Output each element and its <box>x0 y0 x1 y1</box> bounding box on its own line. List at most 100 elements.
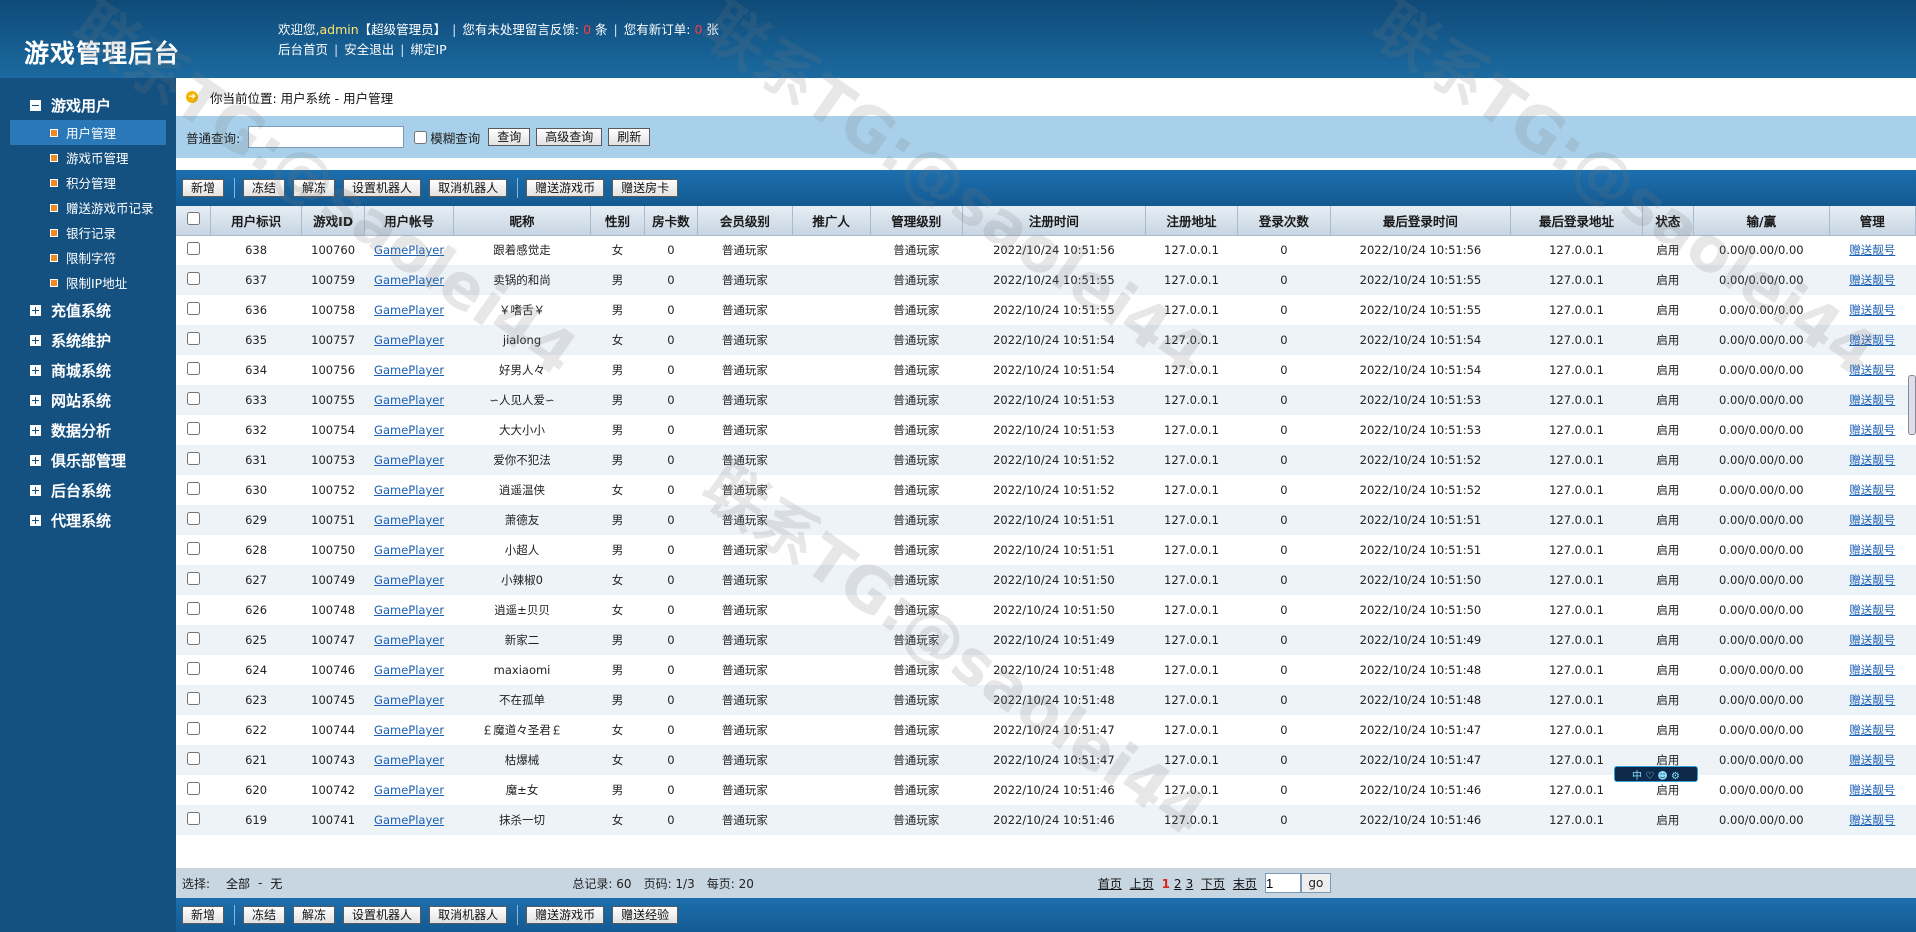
table-row[interactable]: 635 100757 GamePlayer jialong 女 0 普通玩家 普通玩家 2022… <box>176 325 1916 355</box>
page-number-input[interactable] <box>1264 873 1301 893</box>
row-checkbox[interactable] <box>186 422 200 435</box>
gift-number-link[interactable]: 赠送靓号 <box>1849 393 1895 407</box>
sidebar-group[interactable]: 网站系统 <box>0 385 176 415</box>
gift-number-link[interactable]: 赠送靓号 <box>1849 603 1895 617</box>
sidebar-group[interactable]: 数据分析 <box>0 415 176 445</box>
table-row[interactable]: 622 100744 GamePlayer ￡魔道々圣君￡ 女 0 普通玩家 普通玩家 2022… <box>176 715 1916 745</box>
row-checkbox[interactable] <box>186 272 200 285</box>
last-page-link[interactable]: 末页 <box>1233 877 1257 891</box>
table-row[interactable]: 627 100749 GamePlayer 小辣椒0 女 0 普通玩家 普通玩家 2022/10… <box>176 565 1916 595</box>
row-checkbox[interactable] <box>186 692 200 705</box>
gift-number-link[interactable]: 赠送靓号 <box>1849 513 1895 527</box>
sidebar-group[interactable]: 游戏用户 <box>0 90 176 120</box>
column-header[interactable]: 注册时间 <box>962 206 1146 236</box>
go-button[interactable]: go <box>1300 873 1331 893</box>
select-all-link[interactable]: 全部 <box>226 875 250 892</box>
gift-number-link[interactable]: 赠送靓号 <box>1849 633 1895 647</box>
column-header[interactable]: 管理级别 <box>870 206 964 236</box>
gift-number-link[interactable]: 赠送靓号 <box>1849 723 1895 737</box>
row-checkbox[interactable] <box>186 572 200 585</box>
search-button[interactable]: 查询 <box>488 128 531 146</box>
column-header[interactable]: 推广人 <box>792 206 871 236</box>
account-link[interactable]: GamePlayer <box>374 663 444 677</box>
sidebar-group[interactable]: 代理系统 <box>0 505 176 535</box>
account-link[interactable]: GamePlayer <box>374 423 444 437</box>
freeze-button[interactable]: 冻结 <box>243 179 286 197</box>
table-row[interactable]: 623 100745 GamePlayer 不在孤单 男 0 普通玩家 普通玩家 2022/10… <box>176 685 1916 715</box>
set-robot-button-bottom[interactable]: 设置机器人 <box>343 906 422 924</box>
row-checkbox[interactable] <box>186 632 200 645</box>
gift-number-link[interactable]: 赠送靓号 <box>1849 543 1895 557</box>
table-row[interactable]: 619 100741 GamePlayer 抹杀一切 女 0 普通玩家 普通玩家 2022/10… <box>176 805 1916 835</box>
row-checkbox[interactable] <box>186 332 200 345</box>
side-scroll-handle[interactable] <box>1908 375 1916 435</box>
table-row[interactable]: 632 100754 GamePlayer 大大小小 男 0 普通玩家 普通玩家 2022/10… <box>176 415 1916 445</box>
gift-number-link[interactable]: 赠送靓号 <box>1849 243 1895 257</box>
account-link[interactable]: GamePlayer <box>374 543 444 557</box>
sidebar-group[interactable]: 商城系统 <box>0 355 176 385</box>
table-row[interactable]: 626 100748 GamePlayer 逍遥±贝贝 女 0 普通玩家 普通玩家 2022/1… <box>176 595 1916 625</box>
column-header[interactable]: 性别 <box>590 206 645 236</box>
gift-number-link[interactable]: 赠送靓号 <box>1849 483 1895 497</box>
table-row[interactable]: 633 100755 GamePlayer ∽人见人爱∽ 男 0 普通玩家 普通玩家 2022/… <box>176 385 1916 415</box>
sidebar-item[interactable]: 限制字符 <box>0 245 176 270</box>
table-row[interactable]: 636 100758 GamePlayer ￥嗜舌￥ 男 0 普通玩家 普通玩家 2022/10… <box>176 295 1916 325</box>
sidebar-item[interactable]: 银行记录 <box>0 220 176 245</box>
gift-number-link[interactable]: 赠送靓号 <box>1849 693 1895 707</box>
account-link[interactable]: GamePlayer <box>374 633 444 647</box>
row-checkbox[interactable] <box>186 512 200 525</box>
row-checkbox[interactable] <box>186 302 200 315</box>
account-link[interactable]: GamePlayer <box>374 693 444 707</box>
page-1-link[interactable]: 1 <box>1162 877 1170 891</box>
column-header[interactable]: 最后登录地址 <box>1510 206 1643 236</box>
account-link[interactable]: GamePlayer <box>374 453 444 467</box>
fuzzy-search-toggle[interactable]: 模糊查询 <box>414 128 480 147</box>
refresh-button[interactable]: 刷新 <box>608 128 651 146</box>
advanced-search-button[interactable]: 高级查询 <box>536 128 603 146</box>
column-header[interactable]: 游戏ID <box>301 206 366 236</box>
account-link[interactable]: GamePlayer <box>374 273 444 287</box>
gift-number-link[interactable]: 赠送靓号 <box>1849 573 1895 587</box>
table-row[interactable]: 630 100752 GamePlayer 逍遥温侠 女 0 普通玩家 普通玩家 2022/10… <box>176 475 1916 505</box>
home-link[interactable]: 后台首页 <box>278 42 328 57</box>
page-2-link[interactable]: 2 <box>1174 877 1182 891</box>
table-row[interactable]: 628 100750 GamePlayer 小超人 男 0 普通玩家 普通玩家 2022/10/… <box>176 535 1916 565</box>
floating-input-badge[interactable]: 中 ♡ ☻ ⚙ <box>1614 766 1698 782</box>
account-link[interactable]: GamePlayer <box>374 363 444 377</box>
sidebar-group[interactable]: 充值系统 <box>0 295 176 325</box>
row-checkbox[interactable] <box>186 392 200 405</box>
sidebar-item[interactable]: 积分管理 <box>0 170 176 195</box>
table-row[interactable]: 629 100751 GamePlayer 萧德友 男 0 普通玩家 普通玩家 2022/10/… <box>176 505 1916 535</box>
gift-number-link[interactable]: 赠送靓号 <box>1849 333 1895 347</box>
gift-number-link[interactable]: 赠送靓号 <box>1849 363 1895 377</box>
cancel-robot-button-bottom[interactable]: 取消机器人 <box>429 906 508 924</box>
column-header[interactable]: 管理 <box>1829 206 1916 236</box>
gift-number-link[interactable]: 赠送靓号 <box>1849 753 1895 767</box>
account-link[interactable]: GamePlayer <box>374 573 444 587</box>
column-header[interactable]: 房卡数 <box>644 206 699 236</box>
gift-number-link[interactable]: 赠送靓号 <box>1849 423 1895 437</box>
table-row[interactable]: 631 100753 GamePlayer 爱你不犯法 男 0 普通玩家 普通玩家 2022/1… <box>176 445 1916 475</box>
first-page-link[interactable]: 首页 <box>1098 877 1122 891</box>
cancel-robot-button[interactable]: 取消机器人 <box>429 179 508 197</box>
gift-number-link[interactable]: 赠送靓号 <box>1849 813 1895 827</box>
column-header[interactable]: 会员级别 <box>697 206 793 236</box>
row-checkbox[interactable] <box>186 482 200 495</box>
table-row[interactable]: 637 100759 GamePlayer 卖锅的和尚 男 0 普通玩家 普通玩家 2022/1… <box>176 265 1916 295</box>
account-link[interactable]: GamePlayer <box>374 333 444 347</box>
row-checkbox[interactable] <box>186 752 200 765</box>
gift-coins-button[interactable]: 赠送游戏币 <box>526 179 605 197</box>
account-link[interactable]: GamePlayer <box>374 303 444 317</box>
column-header[interactable]: 登录次数 <box>1237 206 1331 236</box>
column-header[interactable]: 最后登录时间 <box>1330 206 1512 236</box>
row-checkbox[interactable] <box>186 452 200 465</box>
gift-number-link[interactable]: 赠送靓号 <box>1849 273 1895 287</box>
gift-exp-button[interactable]: 赠送经验 <box>612 906 679 924</box>
select-all-checkbox[interactable] <box>186 212 200 226</box>
sidebar-item[interactable]: 用户管理 <box>10 120 166 145</box>
table-row[interactable]: 634 100756 GamePlayer 好男人々 男 0 普通玩家 普通玩家 2022/10… <box>176 355 1916 385</box>
sidebar-group[interactable]: 后台系统 <box>0 475 176 505</box>
unfreeze-button-bottom[interactable]: 解冻 <box>293 906 336 924</box>
table-row[interactable]: 638 100760 GamePlayer 跟着感觉走 女 0 普通玩家 普通玩家 2022/1… <box>176 235 1916 265</box>
sidebar-group[interactable]: 俱乐部管理 <box>0 445 176 475</box>
